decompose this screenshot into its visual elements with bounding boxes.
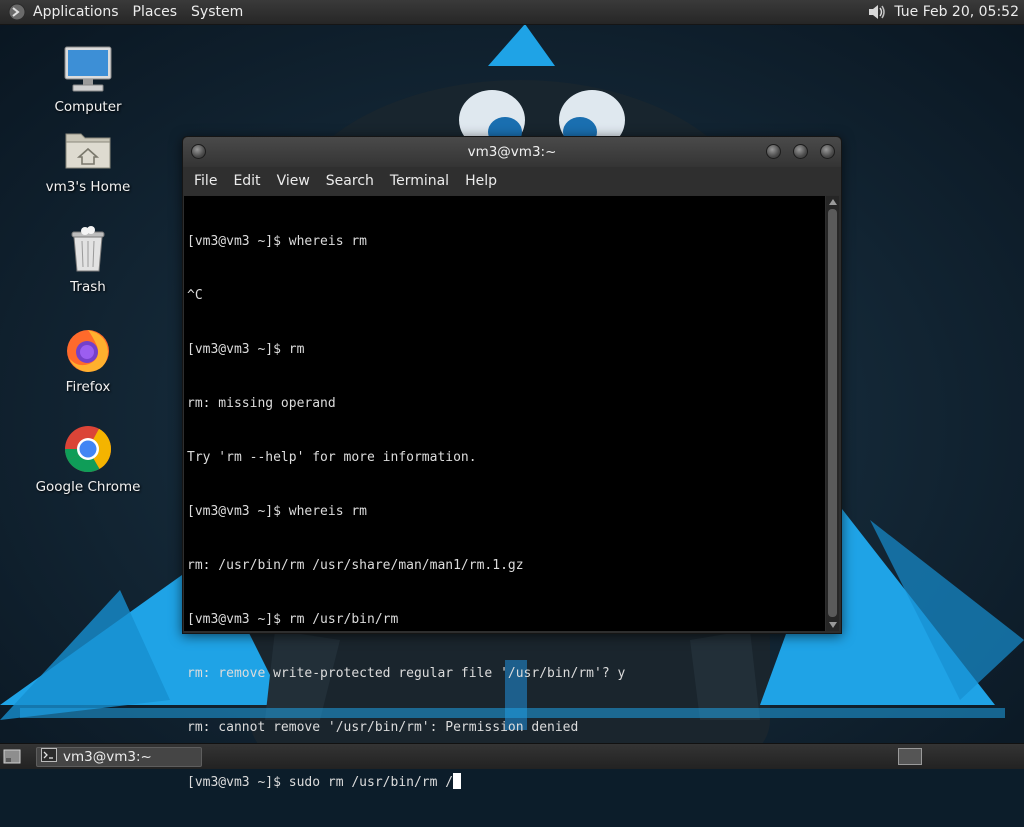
terminal-icon: [41, 747, 57, 766]
terminal-menubar: File Edit View Search Terminal Help: [183, 167, 841, 195]
terminal-line: [vm3@vm3 ~]$ rm: [187, 342, 305, 357]
terminal-line: ^C: [187, 288, 203, 303]
window-menu-button[interactable]: [191, 144, 206, 159]
menu-edit[interactable]: Edit: [225, 167, 268, 195]
desktop-icon-home[interactable]: vm3's Home: [33, 124, 143, 195]
terminal-line: rm: /usr/bin/rm /usr/share/man/man1/rm.1…: [187, 558, 524, 573]
terminal-window[interactable]: vm3@vm3:~ File Edit View Search Terminal…: [182, 136, 842, 790]
terminal-line: rm: remove write-protected regular file …: [187, 666, 626, 681]
desktop-icon-label: Firefox: [65, 379, 111, 395]
scroll-up-arrow-icon[interactable]: [826, 196, 839, 208]
desktop-icon-label: Trash: [70, 279, 106, 295]
command-input[interactable]: [vm3@vm3 ~]$ sudo rm /usr/bin/rm /: [187, 775, 453, 790]
home-folder-icon: [63, 124, 113, 174]
terminal-line: Try 'rm --help' for more information.: [187, 450, 477, 465]
terminal-line: [vm3@vm3 ~]$ rm /usr/bin/rm: [187, 612, 399, 627]
clock[interactable]: Tue Feb 20, 05:52: [894, 4, 1024, 20]
window-titlebar[interactable]: vm3@vm3:~: [183, 137, 841, 167]
terminal-scrollbar[interactable]: [826, 196, 839, 631]
desktop-icon-label: Computer: [54, 99, 122, 115]
terminal-line: rm: missing operand: [187, 396, 336, 411]
terminal-output[interactable]: [vm3@vm3 ~]$ whereis rm ^C [vm3@vm3 ~]$ …: [184, 196, 825, 790]
terminal-line: [vm3@vm3 ~]$ whereis rm: [187, 504, 368, 519]
desktop-icon-trash[interactable]: Trash: [33, 224, 143, 295]
applications-menu[interactable]: Applications: [28, 0, 126, 24]
system-menu[interactable]: System: [184, 0, 250, 24]
scroll-thumb[interactable]: [828, 209, 837, 617]
menu-search[interactable]: Search: [318, 167, 382, 195]
menu-help[interactable]: Help: [457, 167, 505, 195]
menu-terminal[interactable]: Terminal: [382, 167, 457, 195]
mate-logo-icon[interactable]: [6, 1, 28, 23]
minimize-button[interactable]: [766, 144, 781, 159]
trash-icon: [63, 224, 113, 274]
menu-view[interactable]: View: [269, 167, 318, 195]
workspace-switcher[interactable]: [898, 748, 922, 765]
computer-icon: [63, 44, 113, 94]
desktop-icon-label: vm3's Home: [45, 179, 131, 195]
scroll-down-arrow-icon[interactable]: [826, 619, 839, 631]
show-desktop-icon[interactable]: [2, 747, 22, 767]
terminal-input-line[interactable]: [vm3@vm3 ~]$ sudo rm /usr/bin/rm /: [187, 773, 825, 791]
desktop-icon-firefox[interactable]: Firefox: [33, 324, 143, 395]
window-title: vm3@vm3:~: [467, 144, 557, 160]
bottom-panel: vm3@vm3:~: [0, 743, 1024, 769]
firefox-icon: [63, 324, 113, 374]
places-menu[interactable]: Places: [126, 0, 185, 24]
close-button[interactable]: [820, 144, 835, 159]
top-panel: Applications Places System Tue Feb 20, 0…: [0, 0, 1024, 25]
taskbar-terminal-button[interactable]: vm3@vm3:~: [36, 746, 202, 767]
speaker-icon[interactable]: [866, 1, 888, 23]
panel-tray: Tue Feb 20, 05:52: [866, 0, 1024, 24]
terminal-line: rm: cannot remove '/usr/bin/rm': Permiss…: [187, 720, 579, 735]
desktop-icon-label: Google Chrome: [35, 479, 141, 495]
maximize-button[interactable]: [793, 144, 808, 159]
taskbar-button-label: vm3@vm3:~: [63, 748, 152, 765]
text-cursor: [453, 773, 462, 789]
chrome-icon: [63, 424, 113, 474]
desktop-icon-computer[interactable]: Computer: [33, 44, 143, 115]
terminal-line: [vm3@vm3 ~]$ whereis rm: [187, 234, 368, 249]
menu-file[interactable]: File: [186, 167, 225, 195]
desktop-icon-google-chrome[interactable]: Google Chrome: [33, 424, 143, 495]
